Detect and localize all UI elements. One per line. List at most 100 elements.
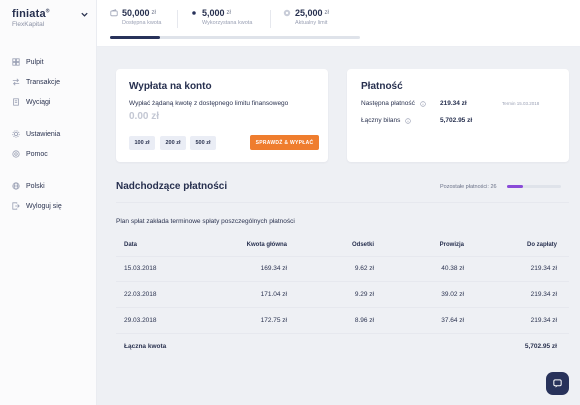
payment-due-date: Termin 15.03.2018 [502,101,540,106]
withdraw-button[interactable]: SPRAWDŹ & WYPŁAĆ [250,135,319,150]
remaining-progress-bar [507,185,561,188]
globe-icon [12,182,20,190]
logout-icon [12,202,20,210]
next-payment-row: Następna płatność [361,100,426,107]
col-header-due: Do zapłaty [526,242,557,248]
remaining-progress-fill [507,185,524,188]
stat-value: 5,000 [202,8,225,18]
statements-icon [12,98,20,106]
cell-due: 219.34 zł [530,265,557,272]
cell-date: 22.03.2018 [124,291,157,298]
balance-label: Łączny bilans [361,117,401,124]
sidebar-item-language[interactable]: Polski [0,176,96,196]
stat-available: 50,000 zł Dostępna kwota [110,8,161,26]
sidebar-item-ustawienia[interactable]: Ustawienia [0,124,96,144]
cell-fee: 37.64 zł [441,317,464,324]
cell-fee: 40.38 zł [441,265,464,272]
divider [116,281,569,282]
help-icon [12,150,20,158]
cell-principal: 171.04 zł [260,291,287,298]
sidebar-item-wyciagi[interactable]: Wyciągi [0,92,96,112]
stat-label: Dostępna kwota [122,20,162,26]
sidebar-item-label: Pomoc [26,150,48,158]
payment-card: Płatność [347,69,569,162]
withdraw-description: Wypłać żądaną kwotę z dostępnego limitu … [129,100,289,107]
cell-date: 15.03.2018 [124,265,157,272]
upcoming-title: Nadchodzące płatności [116,181,228,192]
sidebar-item-label: Pulpit [26,58,44,66]
dashboard-icon [12,58,20,66]
divider [177,10,178,28]
sidebar-item-label: Wyciągi [26,98,51,106]
withdraw-title: Wypłata na konto [129,81,212,92]
stat-value: 25,000 [295,8,323,18]
sidebar-item-pomoc[interactable]: Pomoc [0,144,96,164]
cell-principal: 169.34 zł [260,265,287,272]
chat-icon [553,379,562,388]
divider [270,10,271,28]
next-payment-label: Następna płatność [361,100,415,107]
sidebar-menu: Pulpit Transakcje Wyciągi Ustawienia Pom… [0,52,96,216]
col-header-date: Data [124,242,138,248]
transactions-icon [12,78,20,86]
gear-icon [12,130,20,138]
col-header-interest: Odsetki [351,242,374,248]
brand[interactable]: finiata® FlexKapital [12,8,50,28]
sidebar-item-transakcje[interactable]: Transakcje [0,72,96,92]
dot-icon [192,11,196,15]
info-icon[interactable] [420,100,426,107]
chip-100[interactable]: 100 zł [129,136,155,150]
sidebar-item-logout[interactable]: Wyloguj się [0,196,96,216]
remaining-payments: Pozostałe płatności: 26 [440,184,497,190]
balance-row: Łączny bilans [361,117,412,124]
cell-interest: 9.29 zł [354,291,374,298]
brand-logo: finiata [12,8,46,20]
withdraw-amount-input[interactable]: 0.00 zł [129,111,159,122]
plan-note: Plan spłat zakłada terminowe spłaty posz… [116,218,295,225]
sidebar-item-pulpit[interactable]: Pulpit [0,52,96,72]
total-value: 5,702.95 zł [524,343,557,350]
sidebar-item-label: Wyloguj się [26,202,62,210]
chevron-down-icon[interactable] [80,10,89,19]
brand-trademark: ® [45,8,50,15]
brand-product: FlexKapital [12,21,45,28]
divider [116,256,569,257]
wallet-icon [110,9,118,17]
chat-button[interactable] [546,372,569,395]
next-payment-value: 219.34 zł [440,100,467,107]
limit-icon [283,9,291,17]
divider [116,202,569,203]
cell-date: 29.03.2018 [124,317,157,324]
sidebar-item-label: Transakcje [26,78,60,86]
stat-label: Aktualny limit [295,20,328,26]
stat-value: 50,000 [122,8,150,18]
payment-title: Płatność [361,81,403,92]
cell-interest: 8.96 zł [354,317,374,324]
stat-used: 5,000 zł Wykorzystana kwota [190,8,252,26]
sidebar-item-label: Polski [26,182,45,190]
chip-500[interactable]: 500 zł [190,136,216,150]
chip-200[interactable]: 200 zł [160,136,186,150]
sidebar-item-label: Ustawienia [26,130,61,138]
sidebar: finiata® FlexKapital Pulpit Transakcje W… [0,0,97,405]
stat-limit: 25,000 zł Aktualny limit [283,8,329,26]
stat-label: Wykorzystana kwota [202,20,253,26]
cell-due: 219.34 zł [530,317,557,324]
cell-interest: 9.62 zł [354,265,374,272]
usage-progress-fill [110,36,160,39]
stat-unit: zł [151,10,156,16]
balance-value: 5,702.95 zł [440,117,473,124]
stat-unit: zł [226,10,231,16]
col-header-principal: Kwota główna [246,242,287,248]
usage-progress-bar [110,36,360,39]
info-icon[interactable] [405,117,412,124]
cell-fee: 39.02 zł [441,291,464,298]
stat-unit: zł [324,10,329,16]
total-label: Łączna kwota [124,343,167,350]
divider [116,333,569,334]
cell-due: 219.34 zł [530,291,557,298]
col-header-fee: Prowizja [439,242,464,248]
stats-bar [97,0,580,47]
cell-principal: 172.75 zł [260,317,287,324]
divider [116,307,569,308]
